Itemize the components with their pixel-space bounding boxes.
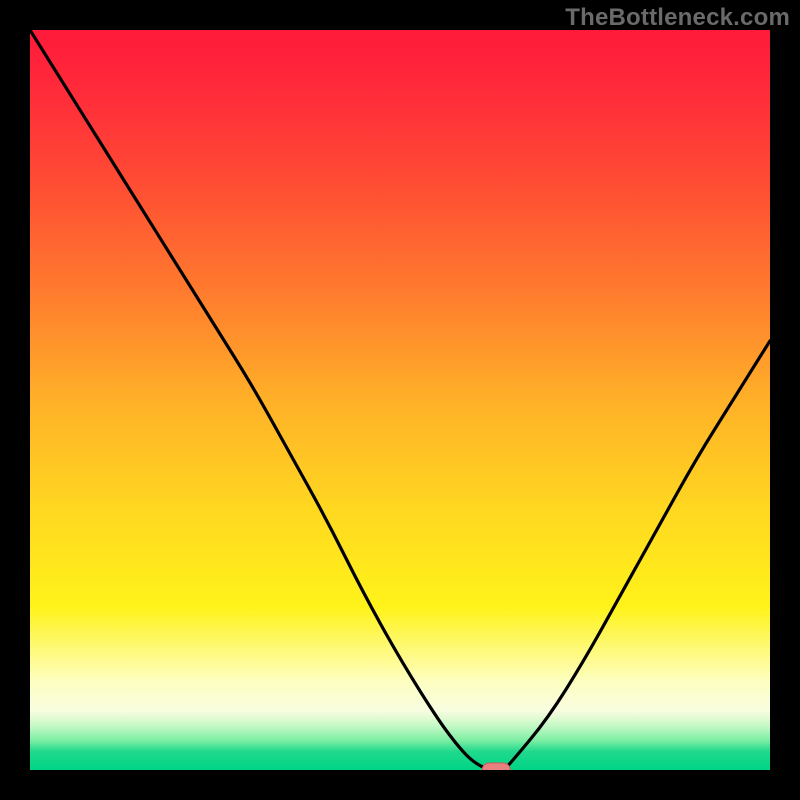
chart-frame: { "attribution": "TheBottleneck.com", "c… (0, 0, 800, 800)
attribution-label: TheBottleneck.com (565, 4, 790, 32)
optimum-marker (482, 763, 510, 777)
chart-svg (0, 0, 800, 800)
